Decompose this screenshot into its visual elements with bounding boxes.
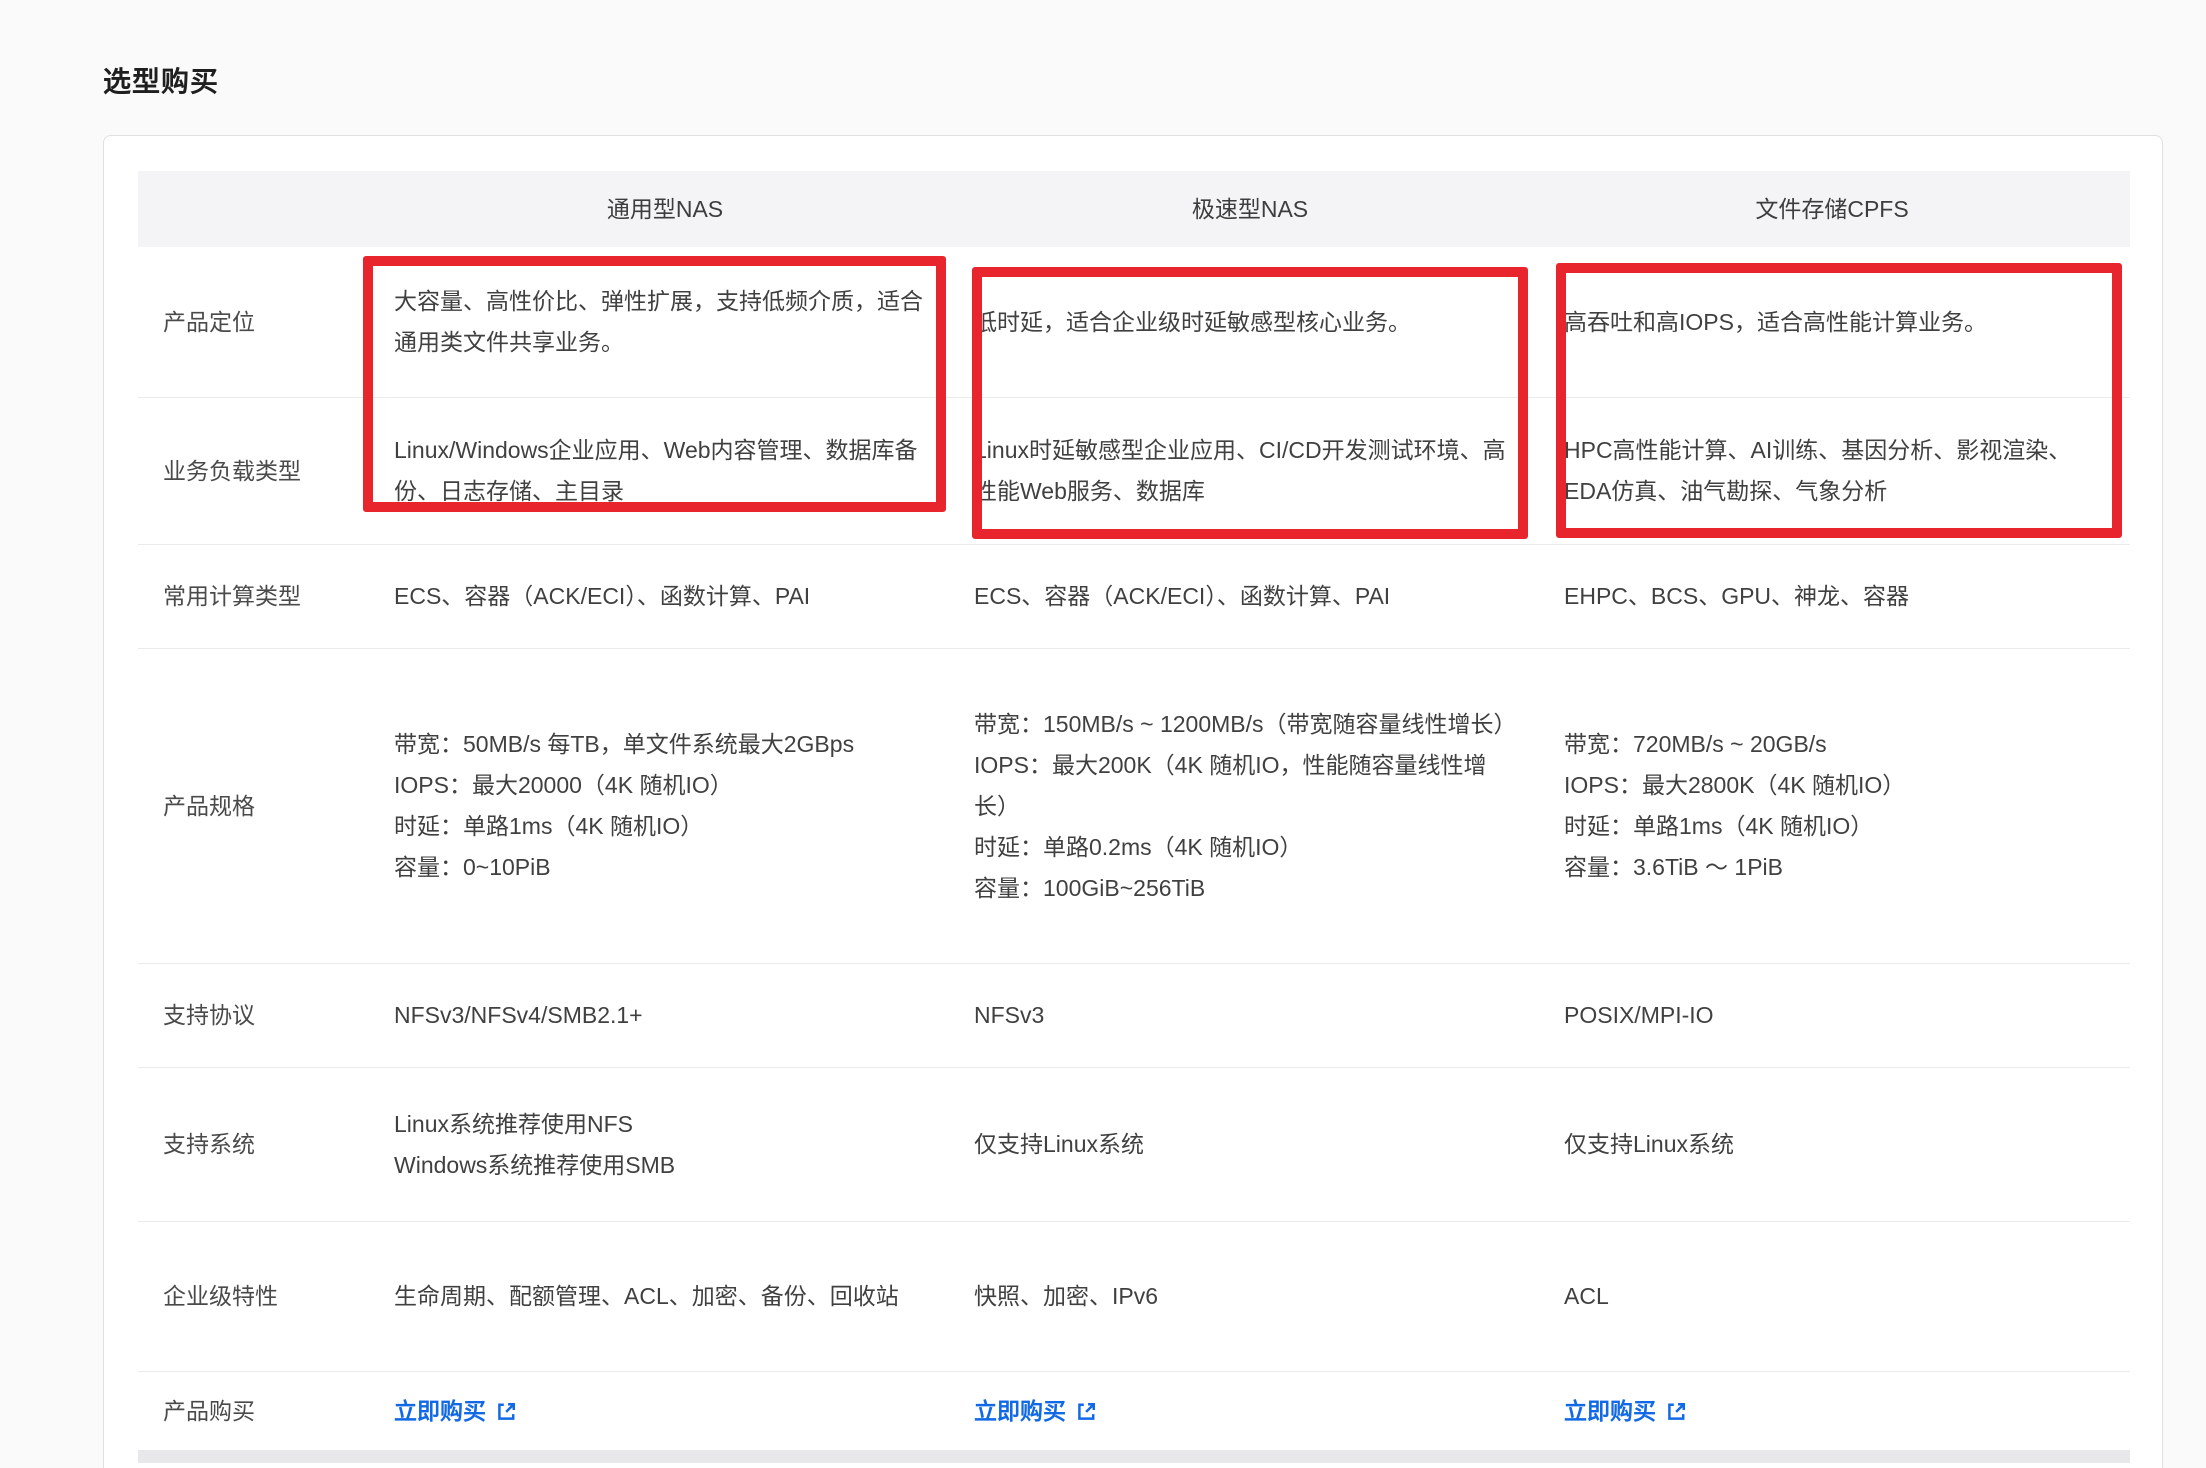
external-link-icon bbox=[495, 1400, 518, 1423]
cell-specs-cpfs: 带宽：720MB/s ~ 20GB/s IOPS：最大2800K（4K 随机IO… bbox=[1564, 724, 2100, 888]
column-header-extreme-nas: 极速型NAS bbox=[966, 189, 1556, 230]
column-header-cpfs: 文件存储CPFS bbox=[1556, 189, 2130, 230]
cell-os-cpfs: 仅支持Linux系统 bbox=[1564, 1124, 2100, 1165]
cell-protocol-cpfs: POSIX/MPI-IO bbox=[1564, 995, 2100, 1036]
row-os-support: 支持系统 Linux系统推荐使用NFS Windows系统推荐使用SMB 仅支持… bbox=[138, 1068, 2130, 1222]
cell-positioning-general: 大容量、高性价比、弹性扩展，支持低频介质，适合通用类文件共享业务。 bbox=[394, 281, 936, 363]
table-header-row: 通用型NAS 极速型NAS 文件存储CPFS bbox=[138, 171, 2130, 247]
cell-protocol-extreme: NFSv3 bbox=[974, 995, 1526, 1036]
row-label: 产品购买 bbox=[138, 1391, 386, 1432]
cell-features-general: 生命周期、配额管理、ACL、加密、备份、回收站 bbox=[394, 1276, 936, 1317]
cell-positioning-extreme: 低时延，适合企业级时延敏感型核心业务。 bbox=[974, 302, 1526, 343]
buy-now-label: 立即购买 bbox=[394, 1391, 486, 1432]
page-title: 选型购买 bbox=[103, 60, 219, 100]
cell-compute-extreme: ECS、容器（ACK/ECI）、函数计算、PAI bbox=[974, 576, 1526, 617]
buy-now-link-cpfs[interactable]: 立即购买 bbox=[1564, 1391, 1688, 1432]
cell-compute-general: ECS、容器（ACK/ECI）、函数计算、PAI bbox=[394, 576, 936, 617]
row-label: 常用计算类型 bbox=[138, 576, 386, 617]
external-link-icon bbox=[1075, 1400, 1098, 1423]
row-label: 支持协议 bbox=[138, 995, 386, 1036]
cell-features-cpfs: ACL bbox=[1564, 1276, 2100, 1317]
row-label: 业务负载类型 bbox=[138, 451, 386, 492]
row-compute-types: 常用计算类型 ECS、容器（ACK/ECI）、函数计算、PAI ECS、容器（A… bbox=[138, 545, 2130, 649]
cell-specs-extreme: 带宽：150MB/s ~ 1200MB/s（带宽随容量线性增长） IOPS：最大… bbox=[974, 704, 1526, 909]
cell-protocol-general: NFSv3/NFSv4/SMB2.1+ bbox=[394, 995, 936, 1036]
buy-now-label: 立即购买 bbox=[974, 1391, 1066, 1432]
external-link-icon bbox=[1665, 1400, 1688, 1423]
row-enterprise-features: 企业级特性 生命周期、配额管理、ACL、加密、备份、回收站 快照、加密、IPv6… bbox=[138, 1222, 2130, 1372]
row-workload-types: 业务负载类型 Linux/Windows企业应用、Web内容管理、数据库备份、日… bbox=[138, 398, 2130, 545]
row-label: 产品定位 bbox=[138, 302, 386, 343]
row-label: 支持系统 bbox=[138, 1124, 386, 1165]
row-label: 企业级特性 bbox=[138, 1276, 386, 1317]
column-header-general-nas: 通用型NAS bbox=[386, 189, 966, 230]
cell-os-general: Linux系统推荐使用NFS Windows系统推荐使用SMB bbox=[394, 1104, 936, 1186]
cell-positioning-cpfs: 高吞吐和高IOPS，适合高性能计算业务。 bbox=[1564, 302, 2100, 343]
row-product-specs: 产品规格 带宽：50MB/s 每TB，单文件系统最大2GBps IOPS：最大2… bbox=[138, 649, 2130, 964]
buy-now-link-extreme-nas[interactable]: 立即购买 bbox=[974, 1391, 1098, 1432]
row-label: 产品规格 bbox=[138, 786, 386, 827]
row-product-positioning: 产品定位 大容量、高性价比、弹性扩展，支持低频介质，适合通用类文件共享业务。 低… bbox=[138, 247, 2130, 398]
next-section-header-strip bbox=[138, 1450, 2130, 1463]
product-comparison-table: 通用型NAS 极速型NAS 文件存储CPFS 产品定位 大容量、高性价比、弹性扩… bbox=[138, 171, 2130, 1450]
cell-workload-extreme: Linux时延敏感型企业应用、CI/CD开发测试环境、高性能Web服务、数据库 bbox=[974, 430, 1526, 512]
cell-specs-general: 带宽：50MB/s 每TB，单文件系统最大2GBps IOPS：最大20000（… bbox=[394, 724, 936, 888]
cell-workload-cpfs: HPC高性能计算、AI训练、基因分析、影视渲染、EDA仿真、油气勘探、气象分析 bbox=[1564, 430, 2100, 512]
buy-now-label: 立即购买 bbox=[1564, 1391, 1656, 1432]
row-protocols: 支持协议 NFSv3/NFSv4/SMB2.1+ NFSv3 POSIX/MPI… bbox=[138, 964, 2130, 1068]
buy-now-link-general-nas[interactable]: 立即购买 bbox=[394, 1391, 518, 1432]
cell-features-extreme: 快照、加密、IPv6 bbox=[974, 1276, 1526, 1317]
comparison-card: 通用型NAS 极速型NAS 文件存储CPFS 产品定位 大容量、高性价比、弹性扩… bbox=[103, 135, 2163, 1468]
cell-workload-general: Linux/Windows企业应用、Web内容管理、数据库备份、日志存储、主目录 bbox=[394, 430, 936, 512]
cell-compute-cpfs: EHPC、BCS、GPU、神龙、容器 bbox=[1564, 576, 2100, 617]
cell-os-extreme: 仅支持Linux系统 bbox=[974, 1124, 1526, 1165]
row-purchase: 产品购买 立即购买 立即购买 立即购买 bbox=[138, 1372, 2130, 1450]
